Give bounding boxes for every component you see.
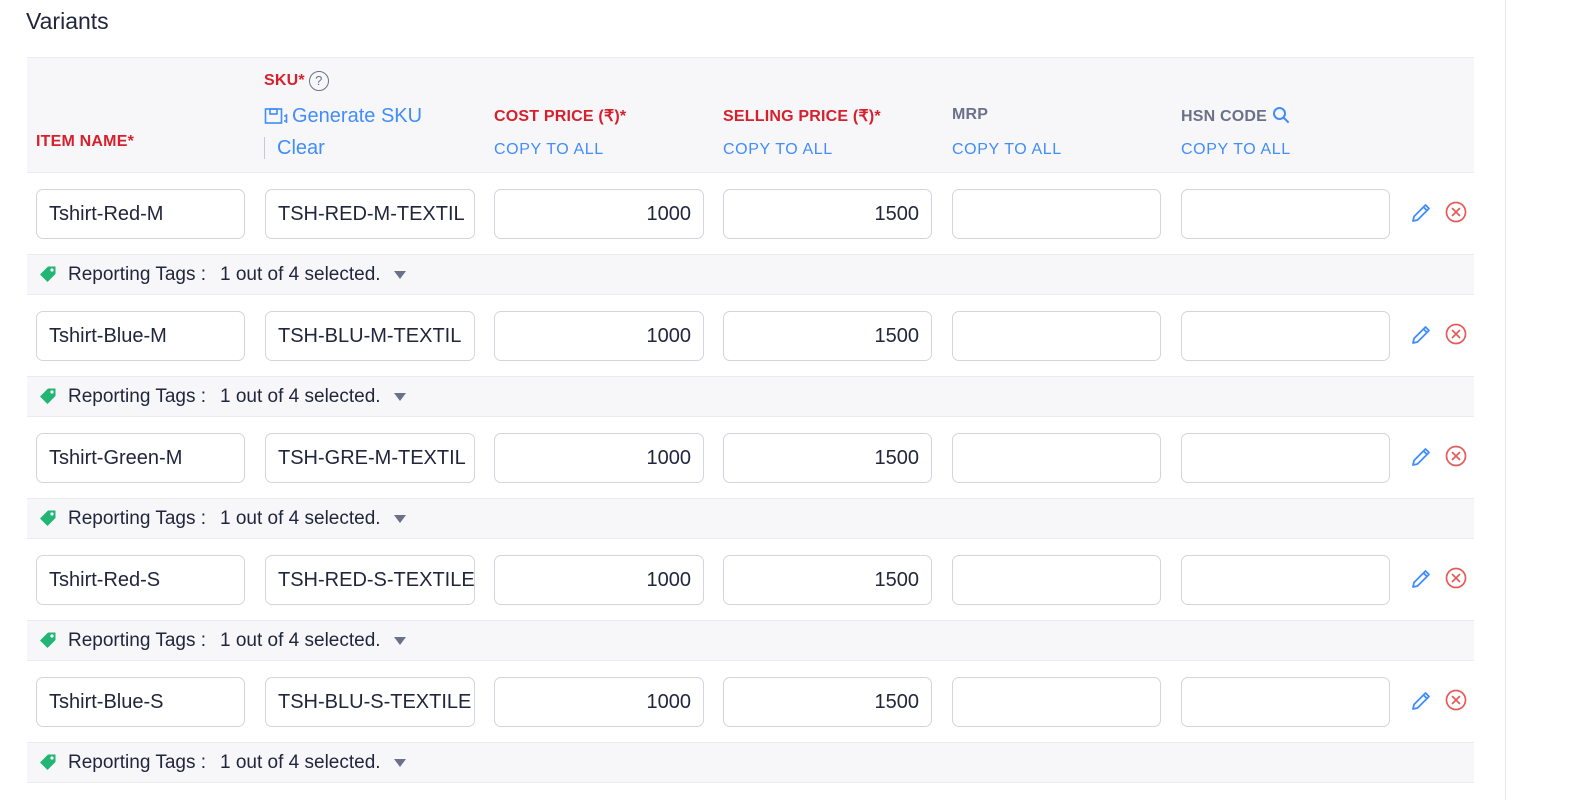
column-sku: SKU*? [264,71,329,91]
section-title: Variants [26,8,109,34]
reporting-tags-row: Reporting Tags : 1 out of 4 selected. [27,621,1474,661]
column-item-name: ITEM NAME* [36,133,134,150]
mrp-input[interactable] [952,677,1161,727]
edit-icon[interactable] [1409,567,1433,591]
column-mrp: MRP [952,106,989,123]
help-icon[interactable]: ? [308,71,329,91]
reporting-tags-dropdown[interactable]: 1 out of 4 selected. [220,752,381,774]
copy-cost-price-button[interactable]: COPY TO ALL [494,141,604,159]
reporting-tags-label: Reporting Tags : [68,630,207,651]
hsn-code-input[interactable] [1181,189,1390,239]
remove-icon[interactable] [1445,445,1467,467]
tag-icon [40,266,56,282]
variant-row: Tshirt-Blue-S TSH-BLU-S-TEXTILE 1000 150… [27,661,1474,743]
copy-selling-price-button[interactable]: COPY TO ALL [723,141,833,159]
column-hsn-code-label: HSN CODE [1181,108,1268,125]
variant-row: Tshirt-Red-M TSH-RED-M-TEXTIL 1000 1500 [27,173,1474,255]
reporting-tags-row: Reporting Tags : 1 out of 4 selected. [27,377,1474,417]
hsn-code-input[interactable] [1181,677,1390,727]
sku-input[interactable]: TSH-BLU-S-TEXTILE [265,677,475,727]
copy-hsn-code-button[interactable]: COPY TO ALL [1181,141,1291,159]
mrp-input[interactable] [952,189,1161,239]
caret-down-icon[interactable] [394,271,406,279]
reporting-tags-dropdown[interactable]: 1 out of 4 selected. [220,386,381,408]
copy-mrp-button[interactable]: COPY TO ALL [952,141,1062,159]
item-name-input[interactable]: Tshirt-Green-M [36,433,245,483]
tag-icon [40,632,56,648]
item-name-input[interactable]: Tshirt-Red-M [36,189,245,239]
edit-icon[interactable] [1409,323,1433,347]
edit-icon[interactable] [1409,445,1433,469]
mrp-input[interactable] [952,311,1161,361]
hsn-code-input[interactable] [1181,555,1390,605]
caret-down-icon[interactable] [394,393,406,401]
remove-icon[interactable] [1445,201,1467,223]
cost-price-input[interactable]: 1000 [494,189,704,239]
tag-icon [40,754,56,770]
mrp-input[interactable] [952,433,1161,483]
caret-down-icon[interactable] [394,515,406,523]
selling-price-input[interactable]: 1500 [723,555,932,605]
reporting-tags-row: Reporting Tags : 1 out of 4 selected. [27,499,1474,539]
column-selling-price: SELLING PRICE (₹)* [723,108,881,125]
variant-row: Tshirt-Red-S TSH-RED-S-TEXTILE 1000 1500 [27,539,1474,621]
generate-sku-button[interactable]: Generate SKU [264,105,422,128]
variant-row: Tshirt-Green-M TSH-GRE-M-TEXTIL 1000 150… [27,417,1474,499]
remove-icon[interactable] [1445,323,1467,345]
sku-input[interactable]: TSH-RED-S-TEXTILE [265,555,475,605]
selling-price-input[interactable]: 1500 [723,677,932,727]
cost-price-input[interactable]: 1000 [494,311,704,361]
sku-input[interactable]: TSH-GRE-M-TEXTIL [265,433,475,483]
edit-icon[interactable] [1409,201,1433,225]
reporting-tags-label: Reporting Tags : [68,508,207,529]
variant-row: Tshirt-Blue-M TSH-BLU-M-TEXTIL 1000 1500 [27,295,1474,377]
edit-icon[interactable] [1409,689,1433,713]
clear-sku-button[interactable]: Clear [264,137,325,159]
generate-sku-icon [264,108,288,124]
cost-price-input[interactable]: 1000 [494,677,704,727]
remove-icon[interactable] [1445,689,1467,711]
reporting-tags-dropdown[interactable]: 1 out of 4 selected. [220,508,381,530]
reporting-tags-row: Reporting Tags : 1 out of 4 selected. [27,255,1474,295]
reporting-tags-dropdown[interactable]: 1 out of 4 selected. [220,630,381,652]
caret-down-icon[interactable] [394,759,406,767]
variants-body: Tshirt-Red-M TSH-RED-M-TEXTIL 1000 1500 … [27,173,1474,783]
sku-input[interactable]: TSH-RED-M-TEXTIL [265,189,475,239]
hsn-code-input[interactable] [1181,311,1390,361]
item-name-input[interactable]: Tshirt-Blue-M [36,311,245,361]
cost-price-input[interactable]: 1000 [494,555,704,605]
caret-down-icon[interactable] [394,637,406,645]
item-name-input[interactable]: Tshirt-Red-S [36,555,245,605]
panel-divider [1505,0,1506,800]
column-sku-label: SKU* [264,72,305,90]
sku-input[interactable]: TSH-BLU-M-TEXTIL [265,311,475,361]
variants-table: ITEM NAME* SKU*? Generate SKU Clear COST… [27,57,1474,783]
column-cost-price: COST PRICE (₹)* [494,108,627,125]
column-hsn-code: HSN CODE [1181,106,1290,126]
selling-price-input[interactable]: 1500 [723,189,932,239]
mrp-input[interactable] [952,555,1161,605]
search-icon[interactable] [1272,106,1290,124]
hsn-code-input[interactable] [1181,433,1390,483]
selling-price-input[interactable]: 1500 [723,311,932,361]
reporting-tags-dropdown[interactable]: 1 out of 4 selected. [220,264,381,286]
tag-icon [40,388,56,404]
selling-price-input[interactable]: 1500 [723,433,932,483]
table-header: ITEM NAME* SKU*? Generate SKU Clear COST… [27,57,1474,173]
generate-sku-label: Generate SKU [292,105,423,127]
reporting-tags-label: Reporting Tags : [68,386,207,407]
cost-price-input[interactable]: 1000 [494,433,704,483]
reporting-tags-label: Reporting Tags : [68,264,207,285]
item-name-input[interactable]: Tshirt-Blue-S [36,677,245,727]
reporting-tags-label: Reporting Tags : [68,752,207,773]
tag-icon [40,510,56,526]
reporting-tags-row: Reporting Tags : 1 out of 4 selected. [27,743,1474,783]
remove-icon[interactable] [1445,567,1467,589]
